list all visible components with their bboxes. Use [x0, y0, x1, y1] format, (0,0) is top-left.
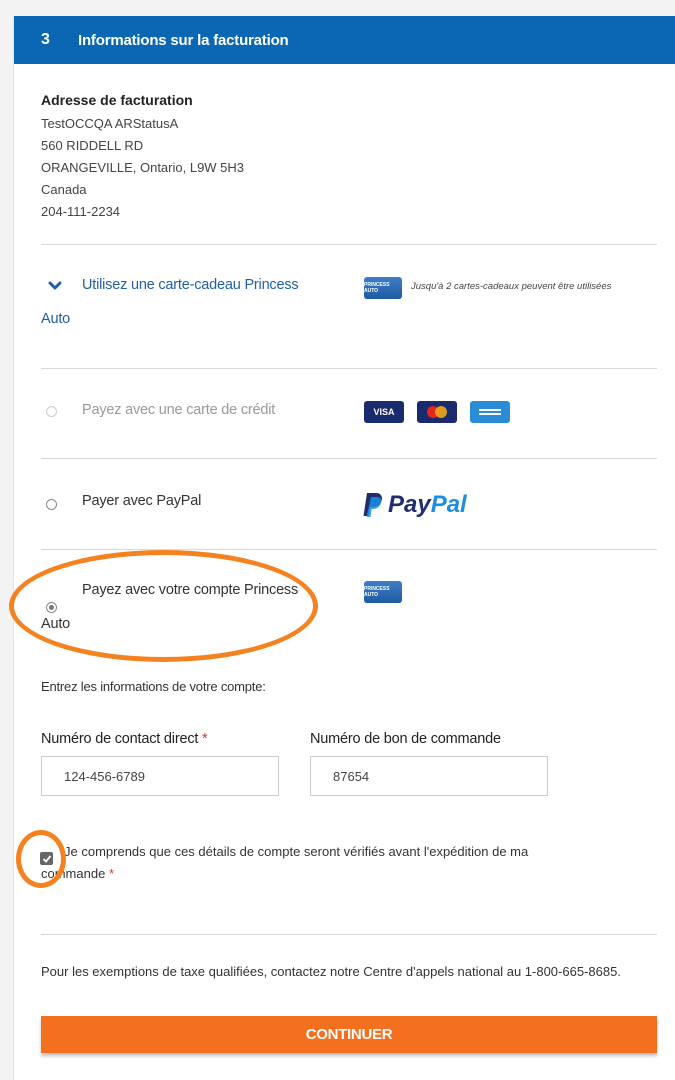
visa-card-icon: VISA: [364, 401, 404, 423]
section-header: 3 Informations sur la facturation: [14, 16, 675, 64]
billing-address-title: Adresse de facturation: [41, 92, 193, 108]
gift-card-toggle-line2[interactable]: Auto: [41, 311, 70, 327]
chevron-down-icon[interactable]: [48, 281, 62, 291]
credit-card-label[interactable]: Payez avec une carte de crédit: [82, 402, 275, 418]
divider: [41, 368, 657, 369]
contact-number-label: Numéro de contact direct *: [41, 731, 208, 747]
address-line: ORANGEVILLE, Ontario, L9W 5H3: [41, 160, 245, 175]
princess-auto-card-icon: PRINCESS AUTO: [364, 277, 402, 299]
purchase-order-input[interactable]: [310, 756, 548, 796]
paypal-label[interactable]: Payer avec PayPal: [82, 493, 201, 509]
highlight-ring: [16, 830, 66, 888]
address-line: TestOCCQA ARStatusA: [41, 116, 179, 131]
tax-exemption-note: Pour les exemptions de taxe qualifiées, …: [41, 964, 621, 979]
billing-panel: 3 Informations sur la facturation Adress…: [9, 16, 675, 1080]
continue-button[interactable]: CONTINUER: [41, 1016, 657, 1053]
gift-card-note: Jusqu'à 2 cartes-cadeaux peuvent être ut…: [411, 281, 612, 292]
princess-auto-card-icon: PRINCESS AUTO: [364, 581, 402, 603]
mastercard-icon: [417, 401, 457, 423]
divider: [41, 934, 657, 935]
confirm-text: Je comprends que ces détails de compte s…: [41, 844, 529, 881]
divider: [41, 244, 657, 245]
amex-card-icon: [470, 401, 510, 423]
paypal-p-icon: [363, 493, 382, 517]
section-title: Informations sur la facturation: [78, 32, 289, 49]
address-line: 204-111-2234: [41, 204, 121, 219]
contact-number-input[interactable]: [41, 756, 279, 796]
divider: [41, 458, 657, 459]
paypal-logo: PayPal: [362, 491, 467, 519]
address-line: 560 RIDDELL RD: [41, 138, 144, 153]
divider: [41, 549, 657, 550]
highlight-ring: [9, 550, 318, 662]
step-number: 3: [41, 31, 50, 48]
address-line: Canada: [41, 182, 87, 197]
gift-card-toggle[interactable]: Utilisez une carte-cadeau Princess: [82, 277, 299, 293]
purchase-order-label: Numéro de bon de commande: [310, 731, 501, 747]
credit-card-radio[interactable]: [46, 406, 57, 417]
paypal-radio[interactable]: [46, 499, 57, 510]
account-intro: Entrez les informations de votre compte:: [41, 679, 266, 694]
